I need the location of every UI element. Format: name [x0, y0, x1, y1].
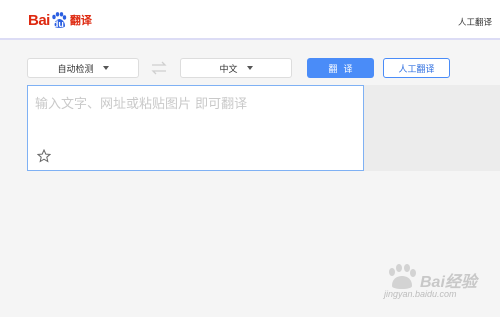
- source-language-select[interactable]: 自动检测: [27, 58, 139, 78]
- input-placeholder: 输入文字、网址或粘贴图片 即可翻译: [35, 97, 248, 112]
- swap-languages-icon[interactable]: [151, 60, 167, 75]
- target-language-label: 中文: [219, 64, 238, 75]
- top-header: Bai du 翻译 人工翻译: [0, 0, 500, 40]
- logo-bai-text: Bai: [28, 11, 50, 29]
- chevron-down-icon: [102, 66, 109, 70]
- human-translate-button[interactable]: 人工翻译: [383, 58, 450, 78]
- watermark-url: jingyan.baidu.com: [384, 289, 457, 299]
- translation-output-panel: [364, 85, 500, 171]
- paw-icon: du: [51, 11, 67, 29]
- logo-du-text: du: [52, 18, 64, 29]
- watermark-paw-icon: [389, 264, 416, 289]
- chevron-down-icon: [246, 66, 253, 70]
- logo-fanyi-text: 翻译: [69, 14, 92, 27]
- baidu-jingyan-watermark: Bai经验 jingyan.baidu.com: [384, 264, 494, 304]
- baidu-fanyi-logo[interactable]: Bai du 翻译: [28, 10, 92, 30]
- human-translation-link[interactable]: 人工翻译: [458, 16, 492, 28]
- source-text-input[interactable]: 输入文字、网址或粘贴图片 即可翻译: [27, 85, 364, 171]
- source-language-label: 自动检测: [57, 64, 94, 75]
- star-icon[interactable]: [36, 148, 52, 163]
- translate-button[interactable]: 翻译: [307, 58, 374, 78]
- target-language-select[interactable]: 中文: [180, 58, 292, 78]
